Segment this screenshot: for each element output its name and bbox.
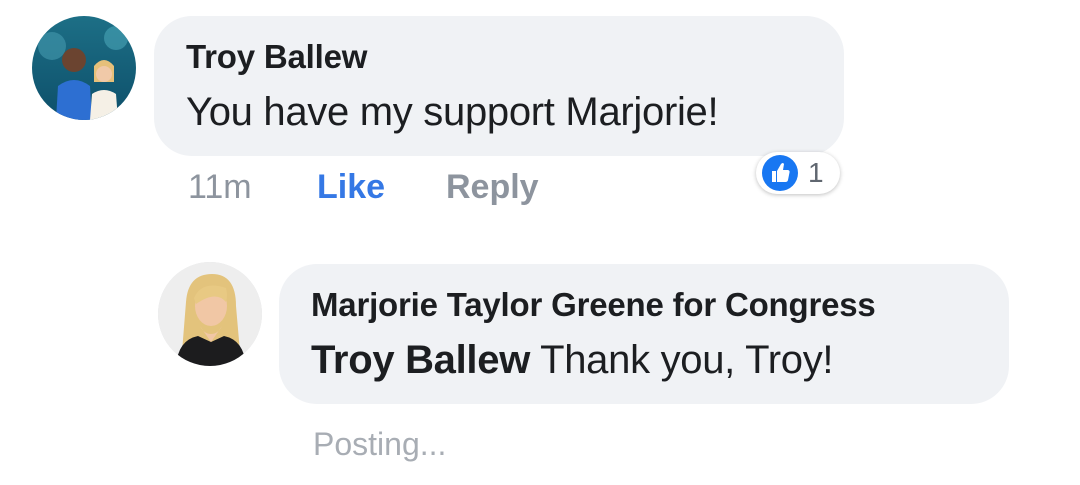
comment-timestamp[interactable]: 11m xyxy=(188,168,252,207)
reply-button[interactable]: Reply xyxy=(446,168,539,207)
comment-text: You have my support Marjorie! xyxy=(186,90,719,134)
reply-author-name[interactable]: Marjorie Taylor Greene for Congress xyxy=(311,286,876,324)
reply-message: Thank you, Troy! xyxy=(530,338,834,382)
reply-bubble: Marjorie Taylor Greene for Congress Troy… xyxy=(279,264,1009,404)
thumbs-up-icon xyxy=(762,155,798,191)
reaction-summary[interactable]: 1 xyxy=(756,152,840,194)
commenter-avatar[interactable] xyxy=(32,16,136,120)
reaction-count: 1 xyxy=(808,157,824,188)
mention-tag[interactable]: Troy Ballew xyxy=(311,338,530,382)
replier-avatar[interactable] xyxy=(158,262,262,366)
reply-text: Troy Ballew Thank you, Troy! xyxy=(311,338,834,383)
like-button[interactable]: Like xyxy=(317,168,385,207)
comment-author-name[interactable]: Troy Ballew xyxy=(186,38,367,76)
posting-status: Posting... xyxy=(313,426,447,462)
comment-bubble: Troy Ballew You have my support Marjorie… xyxy=(154,16,844,156)
